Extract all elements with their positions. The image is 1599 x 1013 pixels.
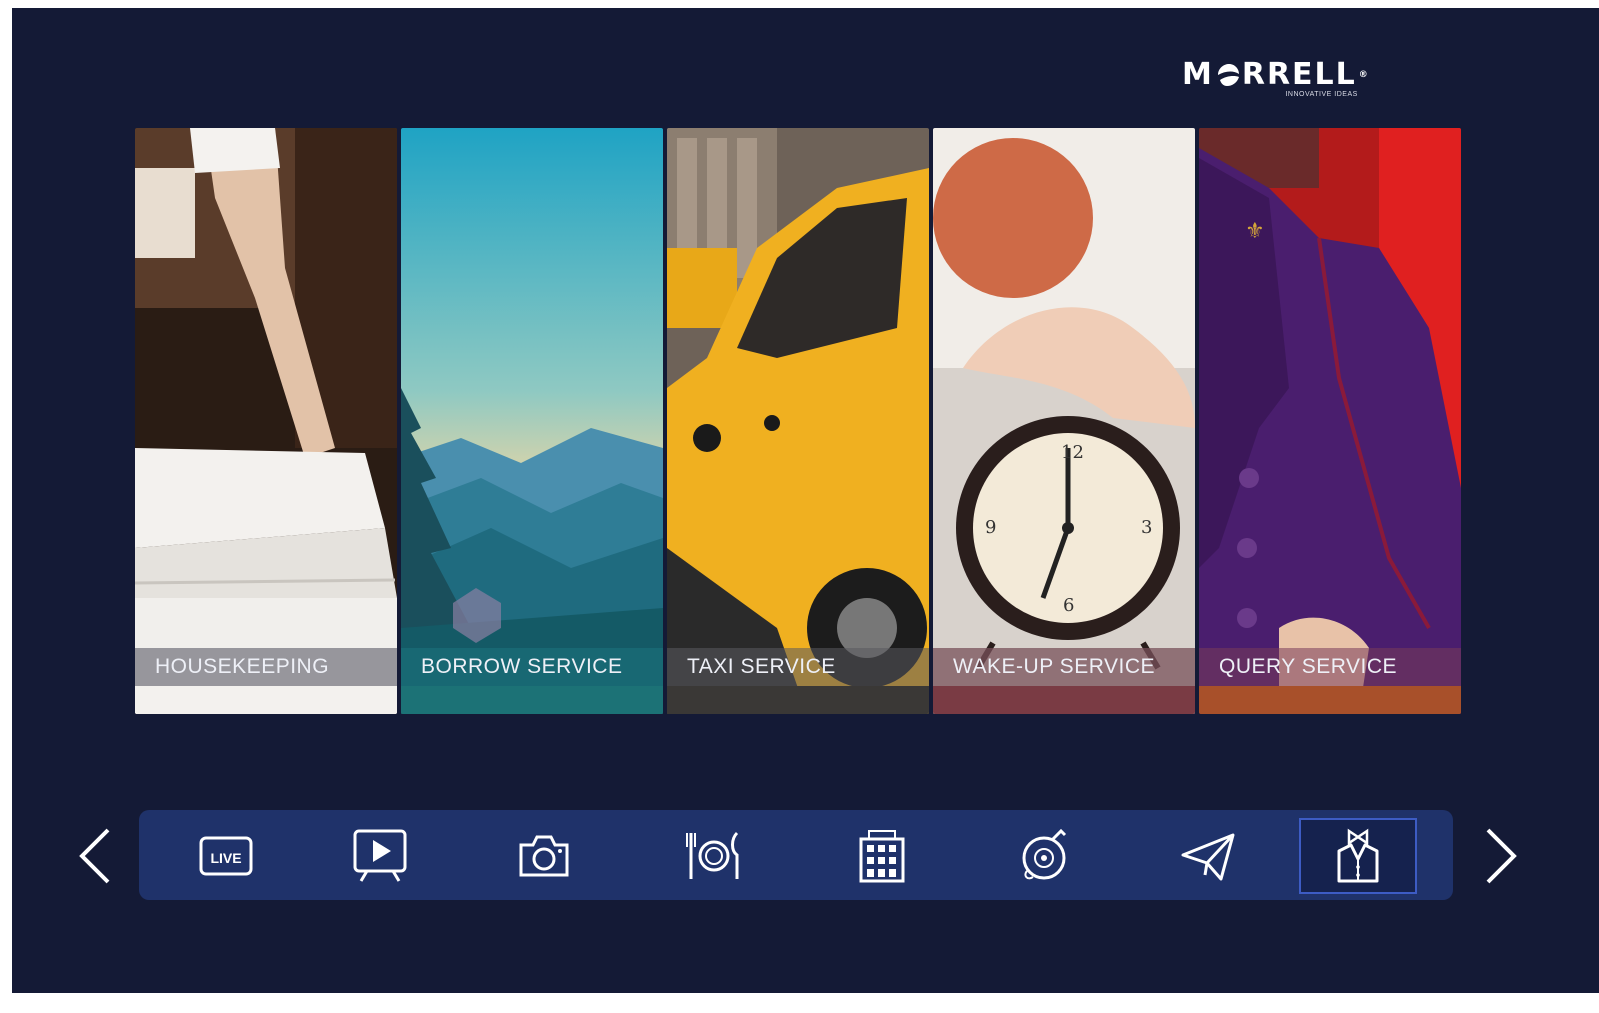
housekeeping-image (135, 128, 397, 714)
nav-item-music[interactable] (985, 818, 1103, 894)
taxi-service-image (667, 128, 929, 714)
nav-item-restaurant[interactable] (655, 818, 773, 894)
nav-item-hotel[interactable] (823, 818, 941, 894)
chevron-right-icon (1486, 828, 1517, 884)
wake-up-service-image: 12 3 6 9 (933, 128, 1195, 714)
card-query-service[interactable]: ⚜ QUERY SERVICE (1199, 128, 1461, 714)
svg-text:LIVE: LIVE (210, 850, 241, 866)
brand-name-end: RRELL (1241, 57, 1357, 92)
card-label-taxi-service: TAXI SERVICE (667, 648, 929, 686)
nav-next-button[interactable] (1480, 826, 1520, 886)
tv-screen: M RRELL ® INNOVATIVE IDEAS HOUSEKEEPING … (12, 8, 1599, 993)
bottom-nav-bar: LIVE (139, 810, 1453, 900)
brand-tagline: INNOVATIVE IDEAS (1285, 91, 1358, 98)
brand-reg-mark: ® (1358, 70, 1370, 80)
card-wake-up-service[interactable]: 12 3 6 9 WAKE-UP SERVICE (933, 128, 1195, 714)
nav-item-camera[interactable] (485, 818, 603, 894)
butler-service-icon (1337, 828, 1379, 883)
svg-text:6: 6 (1063, 595, 1074, 616)
card-label-borrow-service: BORROW SERVICE (401, 648, 663, 686)
brand-logo-mark (1217, 64, 1239, 86)
music-disc-icon (1022, 828, 1067, 880)
card-housekeeping[interactable]: HOUSEKEEPING (135, 128, 397, 714)
brand-name-start: M (1182, 57, 1214, 92)
borrow-service-image (401, 128, 663, 714)
svg-text:⚜: ⚜ (1245, 218, 1265, 243)
card-label-housekeeping: HOUSEKEEPING (135, 648, 397, 686)
svg-text:9: 9 (985, 517, 996, 538)
svg-text:3: 3 (1141, 517, 1152, 538)
nav-item-live-tv[interactable]: LIVE (167, 818, 285, 894)
svg-text:12: 12 (1061, 442, 1084, 463)
service-cards: HOUSEKEEPING BORROW SERVICE TAXI SERVICE… (135, 128, 1461, 714)
camera-icon (519, 835, 569, 877)
play-video-icon (353, 829, 407, 882)
nav-item-video[interactable] (321, 818, 439, 894)
chevron-left-icon (79, 828, 110, 884)
card-label-wake-up-service: WAKE-UP SERVICE (933, 648, 1195, 686)
paper-plane-icon (1181, 833, 1235, 881)
nav-item-messages[interactable] (1149, 818, 1267, 894)
nav-item-service[interactable] (1299, 818, 1417, 894)
card-borrow-service[interactable]: BORROW SERVICE (401, 128, 663, 714)
card-label-query-service: QUERY SERVICE (1199, 648, 1461, 686)
brand-logo: M RRELL ® INNOVATIVE IDEAS (1182, 57, 1370, 99)
hotel-building-icon (859, 830, 905, 883)
live-tv-icon: LIVE (199, 836, 253, 876)
card-taxi-service[interactable]: TAXI SERVICE (667, 128, 929, 714)
restaurant-icon (686, 831, 739, 879)
query-service-image: ⚜ (1199, 128, 1461, 714)
nav-prev-button[interactable] (76, 826, 116, 886)
